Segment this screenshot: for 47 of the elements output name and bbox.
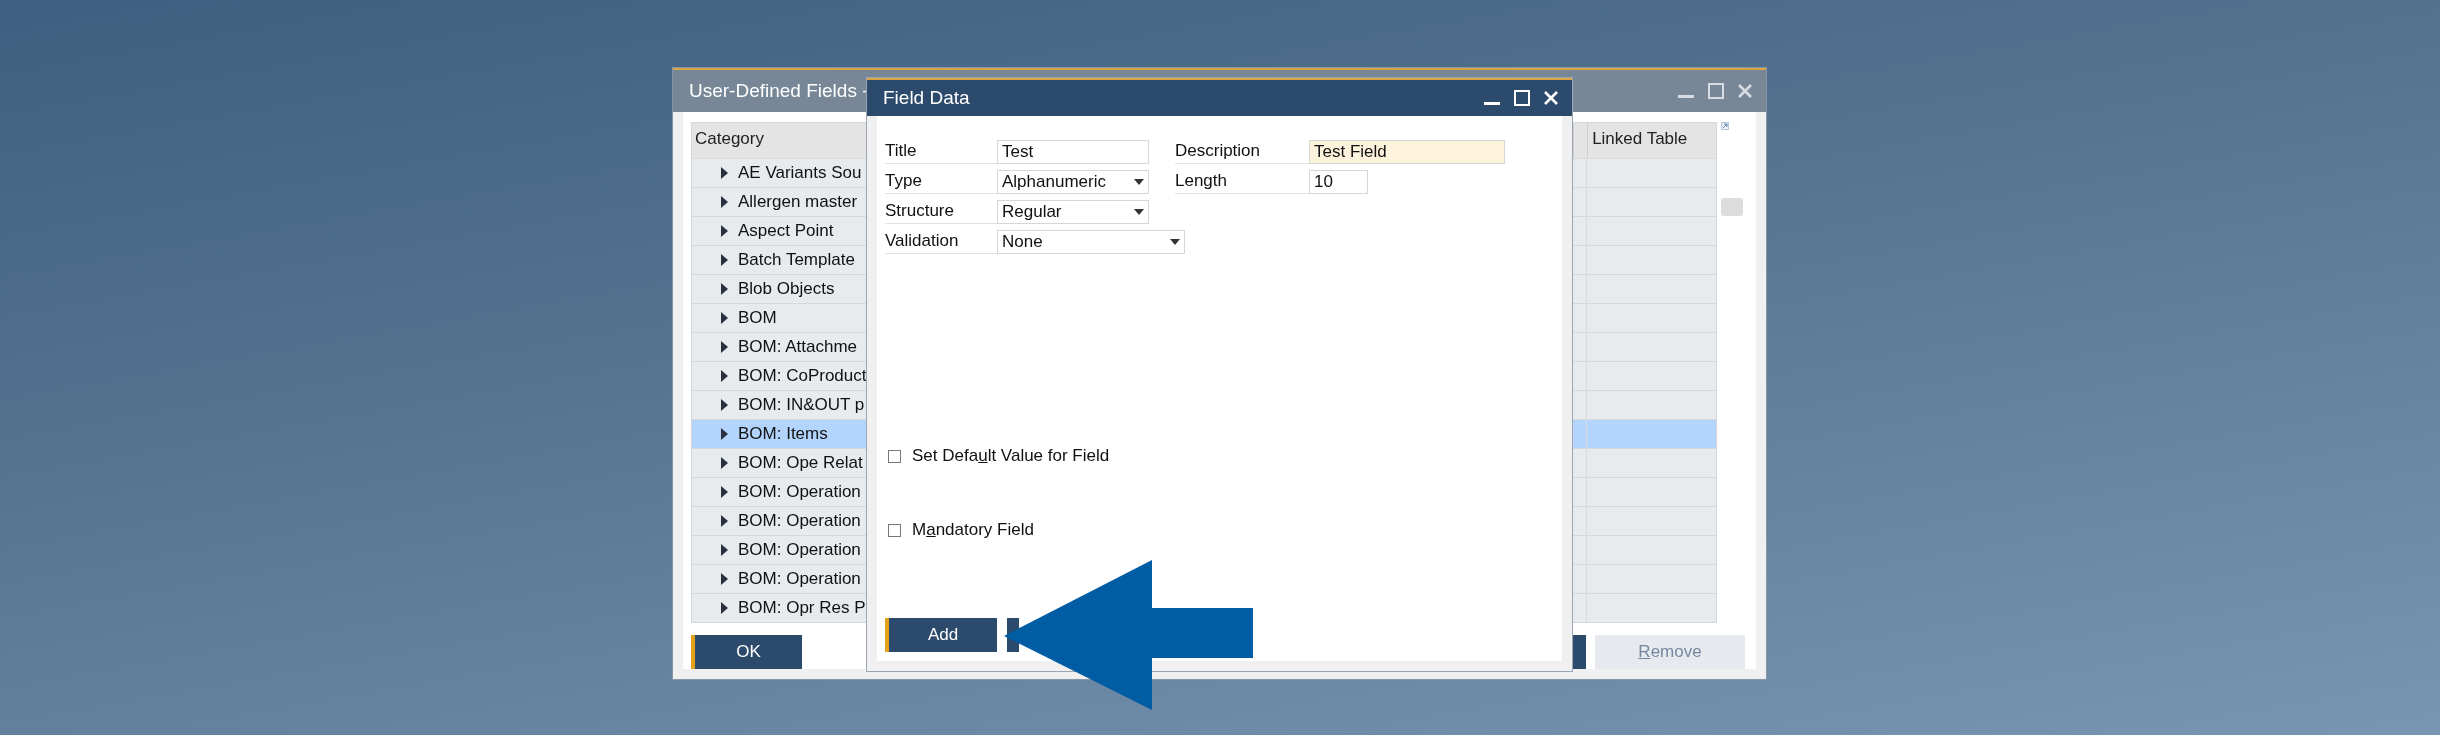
expand-icon[interactable] <box>721 254 728 266</box>
scrollbar-thumb[interactable] <box>1721 198 1743 216</box>
expand-icon[interactable] <box>721 486 728 498</box>
expand-icon[interactable] <box>721 544 728 556</box>
expand-icon[interactable] <box>721 428 728 440</box>
category-name: BOM: Items <box>738 424 828 444</box>
add-button[interactable]: Add <box>885 618 997 652</box>
expand-icon[interactable] <box>721 399 728 411</box>
checkbox[interactable] <box>888 449 901 463</box>
expand-icon[interactable] <box>721 283 728 295</box>
expand-icon[interactable] <box>721 341 728 353</box>
category-name: BOM <box>738 308 777 328</box>
category-name: Allergen master <box>738 192 858 212</box>
dropdown[interactable]: Alphanumeric <box>997 170 1149 194</box>
category-name: Batch Template <box>738 250 855 270</box>
category-name: Blob Objects <box>738 279 835 299</box>
input-field[interactable]: 10 <box>1309 170 1368 194</box>
expand-icon[interactable] <box>721 370 728 382</box>
category-name: BOM: Ope Relat <box>738 453 863 473</box>
expand-icon[interactable] <box>721 196 728 208</box>
category-name: BOM: Attachme <box>738 337 858 357</box>
expand-icon[interactable] <box>721 602 728 614</box>
expand-icon[interactable] <box>721 167 728 179</box>
ok-button[interactable]: OK <box>691 635 802 669</box>
input-field[interactable]: Test <box>997 140 1149 164</box>
expand-icon[interactable] <box>721 573 728 585</box>
dropdown[interactable]: Regular <box>997 200 1149 224</box>
category-name: BOM: IN&OUT p <box>738 395 865 415</box>
checkbox[interactable] <box>888 523 901 537</box>
category-name: BOM: Operation <box>738 482 861 502</box>
expand-icon[interactable] <box>721 312 728 324</box>
category-name: BOM: Operation <box>738 511 861 531</box>
category-name: AE Variants Sou <box>738 163 862 183</box>
category-name: BOM: Operation <box>738 540 861 560</box>
category-name: BOM: Opr Res P <box>738 598 866 618</box>
checkbox-label: Mandatory Field <box>912 520 1034 540</box>
category-name: BOM: CoProduct <box>738 366 867 386</box>
expand-icon[interactable] <box>721 515 728 527</box>
dropdown[interactable]: None <box>997 230 1185 254</box>
caret-icon <box>1134 179 1144 185</box>
expand-icon[interactable] <box>721 457 728 469</box>
checkbox-label: Set Default Value for Field <box>912 446 1110 466</box>
window-title: Field Data <box>883 87 970 109</box>
category-name: Aspect Point <box>738 221 834 241</box>
expand-icon[interactable] <box>721 225 728 237</box>
category-name: BOM: Operation <box>738 569 861 589</box>
input-field[interactable]: Test Field <box>1309 140 1505 164</box>
